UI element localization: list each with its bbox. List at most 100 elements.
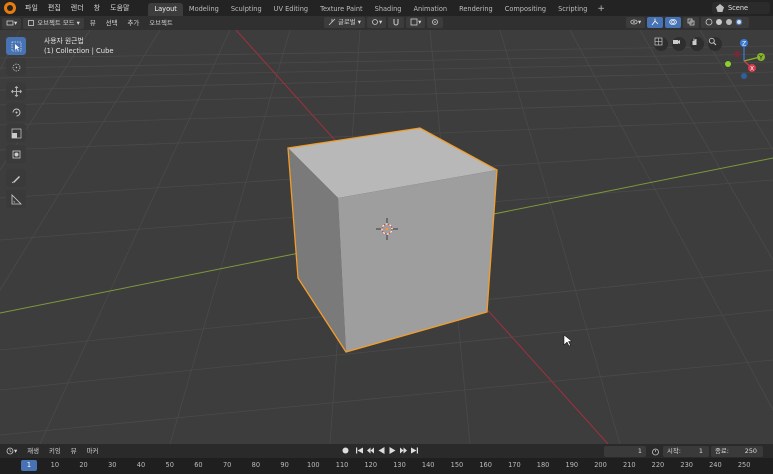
ruler-tick-label: 230 <box>680 461 693 469</box>
menu-playback[interactable]: 재생 <box>23 446 43 457</box>
menu-render[interactable]: 렌더 <box>66 0 89 16</box>
ruler-tick-label: 240 <box>709 461 722 469</box>
tab-layout[interactable]: Layout <box>148 3 183 16</box>
menu-edit[interactable]: 편집 <box>43 0 66 16</box>
record-icon[interactable] <box>341 446 350 455</box>
transform-orientation-dropdown[interactable]: 글로벌 ▾ <box>324 17 365 28</box>
tab-compositing[interactable]: Compositing <box>499 3 552 16</box>
jump-end-icon[interactable] <box>410 446 419 455</box>
zoom-view-button[interactable] <box>708 37 722 51</box>
end-frame-field[interactable]: 종료: 250 <box>711 446 763 457</box>
next-keyframe-icon[interactable] <box>399 446 408 455</box>
gizmo-toggle[interactable] <box>647 17 664 28</box>
ruler-tick-label: 10 <box>50 461 60 469</box>
current-frame-field[interactable]: 1 <box>604 446 646 457</box>
menu-object[interactable]: 오브젝트 <box>145 18 177 29</box>
pan-view-button[interactable] <box>690 37 704 51</box>
visibility-dropdown[interactable]: ▾ <box>626 17 646 28</box>
scene-selector[interactable]: Scene <box>712 2 770 14</box>
xray-toggle[interactable] <box>683 17 700 28</box>
tab-rendering[interactable]: Rendering <box>453 3 499 16</box>
ruler-tick-label: 50 <box>165 461 174 469</box>
tab-shading[interactable]: Shading <box>369 3 408 16</box>
ruler-tick-label: 180 <box>536 461 550 469</box>
ruler-tick-label: 120 <box>364 461 378 469</box>
add-workspace-button[interactable]: + <box>593 3 609 16</box>
view-name-label: 사용자 원근법 <box>44 37 84 45</box>
cube-object[interactable] <box>287 127 498 353</box>
gizmo-icon <box>651 18 659 26</box>
menu-help[interactable]: 도움말 <box>105 0 134 16</box>
gizmo-x-label: X <box>750 66 754 73</box>
ruler-tick-label: 140 <box>421 461 435 469</box>
menu-timeline-view[interactable]: 뷰 <box>67 446 81 457</box>
gizmo-z-label: Z <box>742 41 746 48</box>
overlays-toggle[interactable] <box>665 17 682 28</box>
camera-view-button[interactable] <box>672 37 686 51</box>
timeline-editor-type[interactable]: ▾ <box>2 446 21 457</box>
menu-keying[interactable]: 키잉 <box>45 446 65 457</box>
playhead-frame-indicator[interactable]: 1 <box>21 460 37 471</box>
tool-move[interactable] <box>6 82 26 100</box>
jump-start-icon[interactable] <box>355 446 364 455</box>
tab-modeling[interactable]: Modeling <box>183 3 225 16</box>
tool-transform[interactable] <box>6 145 26 163</box>
editor-type-icon <box>6 20 14 25</box>
snap-target-dropdown[interactable]: ▾ <box>406 17 426 28</box>
blender-logo-icon[interactable] <box>4 2 16 14</box>
tab-uv-editing[interactable]: UV Editing <box>268 3 314 16</box>
editor-type-button[interactable]: ▾ <box>2 17 22 29</box>
menu-file[interactable]: 파일 <box>20 0 43 16</box>
menu-add[interactable]: 추가 <box>123 18 143 29</box>
tool-annotate[interactable] <box>6 169 26 187</box>
scene-name: Scene <box>728 4 749 12</box>
ruler-tick-label: 150 <box>450 461 464 469</box>
overlays-icon <box>669 19 677 25</box>
play-icon[interactable] <box>388 446 397 455</box>
start-frame-value: 1 <box>698 447 703 455</box>
tool-cursor[interactable] <box>6 58 26 76</box>
tab-texture-paint[interactable]: Texture Paint <box>314 3 369 16</box>
snap-increment-icon <box>410 18 418 26</box>
snap-toggle[interactable] <box>388 17 405 28</box>
grid-view-icon <box>654 37 663 46</box>
tool-scale[interactable] <box>6 124 26 142</box>
measure-icon <box>11 193 22 204</box>
scene-icon <box>716 4 724 12</box>
playback-controls <box>340 446 420 455</box>
tab-animation[interactable]: Animation <box>407 3 453 16</box>
proportional-edit-toggle[interactable] <box>427 17 444 28</box>
gizmo-y-label: Y <box>758 55 763 62</box>
transform-icon <box>12 150 20 158</box>
3d-viewport[interactable]: Z Y X 사용자 원근법 (1) Collection | Cube <box>0 30 773 444</box>
end-frame-label: 종료: <box>715 447 729 455</box>
ruler-tick-label: 60 <box>194 461 203 469</box>
tab-scripting[interactable]: Scripting <box>552 3 593 16</box>
camera-perspective-button[interactable] <box>654 37 668 51</box>
pivot-point-dropdown[interactable]: ▾ <box>366 17 387 28</box>
global-axes-icon <box>328 18 336 26</box>
tool-rotate[interactable] <box>6 103 26 121</box>
stopwatch-icon[interactable] <box>651 447 660 456</box>
select-box-icon <box>11 41 21 51</box>
menu-view[interactable]: 뷰 <box>86 18 100 29</box>
tool-measure[interactable] <box>6 190 26 208</box>
end-frame-value: 250 <box>744 447 757 455</box>
scale-icon <box>11 128 21 138</box>
object-origin <box>385 227 389 231</box>
mode-dropdown[interactable]: 오브젝트 모드 ▾ <box>23 17 84 29</box>
play-reverse-icon[interactable] <box>377 446 386 455</box>
tab-sculpting[interactable]: Sculpting <box>225 3 268 16</box>
viewport-display-controls: ▾ <box>624 17 750 28</box>
tool-select-box[interactable] <box>6 37 26 55</box>
menu-select[interactable]: 선택 <box>102 18 122 29</box>
start-frame-field[interactable]: 시작: 1 <box>663 446 709 457</box>
eye-icon <box>630 19 638 25</box>
menu-window[interactable]: 창 <box>89 0 105 16</box>
transform-controls: 글로벌 ▾ ▾ ▾ <box>322 17 444 28</box>
prev-keyframe-icon[interactable] <box>366 446 375 455</box>
ruler-tick-label: 210 <box>622 461 636 469</box>
menu-marker[interactable]: 마커 <box>83 446 103 457</box>
timeline-ruler[interactable]: 1 10 20 30 40 50 60 70 80 90 100 110 120 130 140 150 16… <box>0 458 773 474</box>
shading-modes[interactable] <box>701 17 750 28</box>
